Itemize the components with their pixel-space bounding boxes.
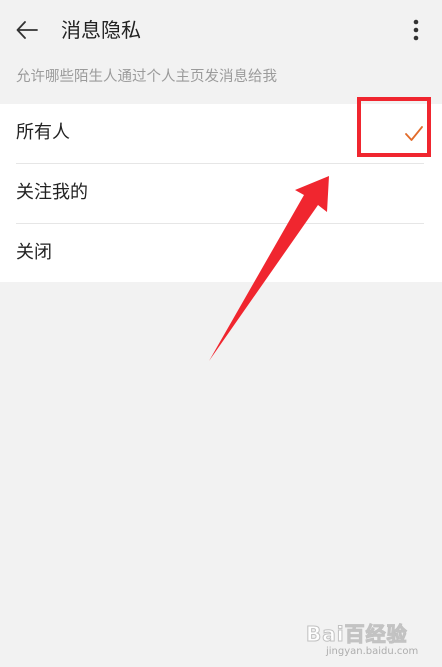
option-label: 关注我的 (16, 182, 88, 203)
option-label: 所有人 (16, 122, 70, 143)
back-arrow-icon (16, 21, 38, 39)
more-vertical-icon (413, 19, 419, 41)
option-off[interactable]: 关闭 (0, 224, 442, 283)
watermark-url: jingyan.baidu.com (326, 646, 419, 657)
option-followers[interactable]: 关注我的 (0, 164, 442, 223)
annotation-highlight-box (357, 97, 431, 157)
back-button[interactable] (10, 13, 44, 47)
more-options-button[interactable] (402, 14, 430, 46)
section-description: 允许哪些陌生人通过个人主页发消息给我 (16, 69, 277, 85)
app-header: 消息隐私 (0, 0, 442, 58)
page-title: 消息隐私 (61, 18, 141, 42)
option-label: 关闭 (16, 242, 52, 263)
watermark-logo: Bai百经验 (306, 622, 408, 647)
watermark: Bai百经验 jingyan.baidu.com (300, 618, 430, 662)
